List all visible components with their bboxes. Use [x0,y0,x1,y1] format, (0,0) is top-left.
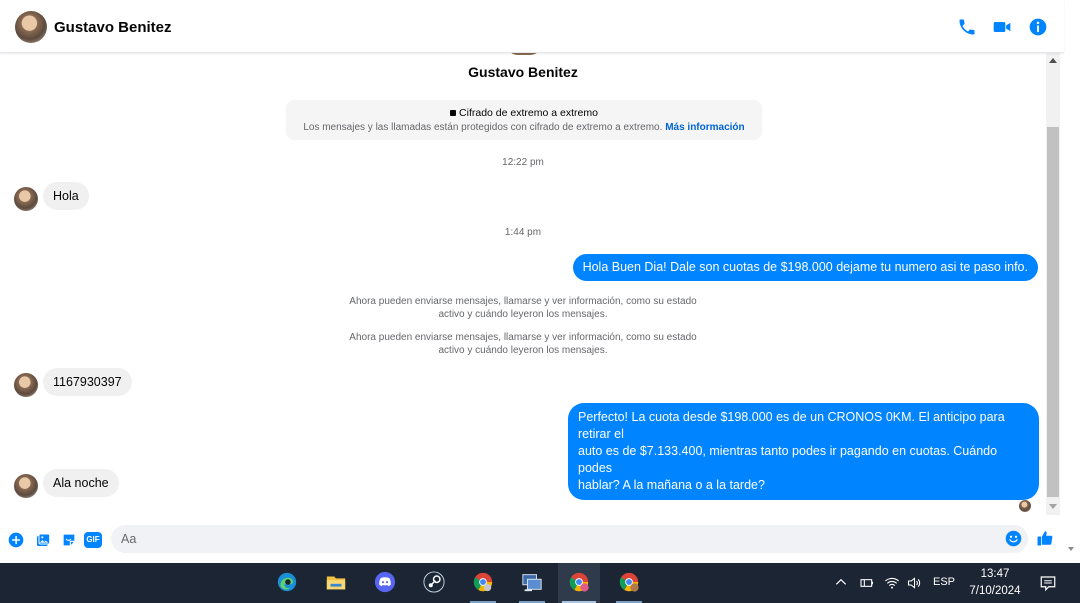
chrome-profile-icon [569,572,589,592]
contact-avatar[interactable] [15,11,47,43]
message-composer: GIF Aa [0,519,1064,559]
message-input[interactable]: Aa [111,525,1028,553]
system-notice: Ahora pueden enviarse mensajes, llamarse… [349,332,697,356]
windows-taskbar: ESP 13:47 7/10/2024 [0,563,1080,603]
plus-circle-icon[interactable] [8,532,24,548]
taskbar-chrome[interactable] [462,563,504,603]
chrome-icon [473,572,493,592]
outgoing-message[interactable]: Hola Buen Dia! Dale son cuotas de $198.0… [572,254,1038,281]
messenger-window: Gustavo Benitez Gustavo Benitez Cifrado … [0,0,1080,563]
phone-icon[interactable] [957,17,977,37]
incoming-message[interactable]: Hola [43,182,89,210]
contact-avatar-small[interactable] [14,373,38,397]
system-notice: Ahora pueden enviarse mensajes, llamarse… [349,296,697,320]
edge-icon [277,572,297,592]
network-pc-icon [522,574,542,592]
photo-icon[interactable] [35,532,51,548]
taskbar-chrome-profile-active[interactable] [558,563,600,603]
message-list[interactable]: Gustavo Benitez Cifrado de extremo a ext… [0,53,1046,515]
message-input-placeholder: Aa [121,532,137,546]
lock-icon [450,110,457,116]
encryption-notice: Cifrado de extremo a extremo Los mensaje… [286,100,762,140]
gif-icon[interactable]: GIF [84,532,102,548]
taskbar-file-explorer[interactable] [315,563,357,603]
timestamp: 12:22 pm [502,157,544,168]
taskbar-steam[interactable] [413,563,455,603]
profile-avatar [506,53,542,55]
profile-name: Gustavo Benitez [468,64,578,80]
encryption-title: Cifrado de extremo a extremo [459,107,598,119]
steam-icon [423,571,445,593]
language-indicator[interactable]: ESP [933,576,955,588]
incoming-message[interactable]: Ala noche [43,469,119,497]
clock-date: 7/10/2024 [969,585,1021,597]
file-explorer-icon [326,576,346,590]
chevron-up-icon[interactable] [834,575,848,589]
incoming-message[interactable]: 1167930397 [43,368,132,396]
contact-avatar-small[interactable] [14,187,38,211]
chrome-profile-icon [619,572,639,592]
outgoing-message[interactable]: Perfecto! La cuota desde $198.000 es de … [568,403,1039,500]
seen-indicator-avatar [1019,500,1031,512]
info-icon[interactable] [1028,17,1048,37]
scrollbar[interactable] [1046,53,1060,515]
taskbar-discord[interactable] [364,563,406,603]
taskbar-network-pc[interactable] [511,563,553,603]
scroll-down-arrow-icon[interactable] [1049,504,1057,509]
battery-icon[interactable] [859,575,875,591]
volume-icon[interactable] [906,575,923,591]
resize-arrow-icon [1068,547,1074,551]
contact-name[interactable]: Gustavo Benitez [54,19,172,36]
video-camera-icon[interactable] [992,17,1012,37]
emoji-icon[interactable] [1005,530,1022,547]
wifi-icon[interactable] [884,575,900,591]
scroll-up-arrow-icon[interactable] [1049,58,1057,63]
thumbs-up-icon[interactable] [1036,529,1054,547]
taskbar-chrome-profile[interactable] [608,563,650,603]
taskbar-edge[interactable] [266,563,308,603]
encryption-text: Los mensajes y las llamadas están proteg… [303,122,663,133]
notifications-icon[interactable] [1039,574,1057,592]
scrollbar-thumb[interactable] [1047,127,1059,497]
conversation-header: Gustavo Benitez [0,0,1064,53]
discord-icon [374,571,396,593]
sticker-icon[interactable] [61,532,77,548]
contact-avatar-small[interactable] [14,474,38,498]
timestamp: 1:44 pm [504,227,542,238]
clock[interactable]: 13:47 7/10/2024 [962,566,1028,600]
more-info-link[interactable]: Más información [665,122,744,133]
clock-time: 13:47 [980,568,1010,580]
